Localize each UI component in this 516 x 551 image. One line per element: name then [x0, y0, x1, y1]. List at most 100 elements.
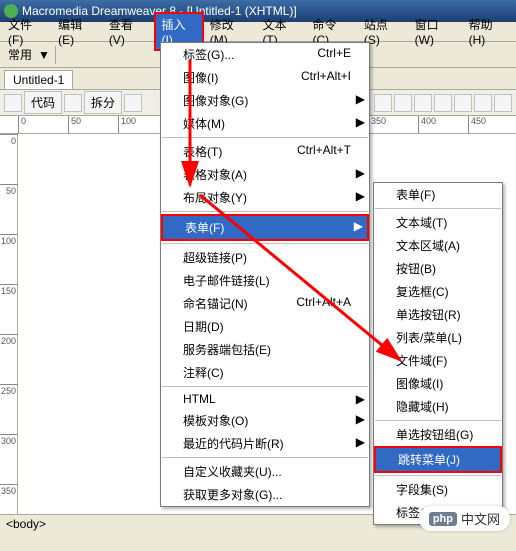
menu-separator	[162, 211, 368, 212]
menu-separator	[162, 457, 368, 458]
form-item-13[interactable]: 跳转菜单(J)	[374, 446, 502, 473]
form-item-9[interactable]: 图像域(I)	[374, 372, 502, 395]
insert-item-9[interactable]: 表单(F) ▶	[161, 214, 369, 241]
submenu-arrow-icon: ▶	[356, 412, 365, 426]
menu-8[interactable]: 窗口(W)	[409, 14, 463, 49]
insert-item-7[interactable]: 布局对象(Y) ▶	[161, 186, 369, 209]
menu-item-label: 电子邮件链接(L)	[183, 272, 270, 289]
form-item-6[interactable]: 单选按钮(R)	[374, 303, 502, 326]
vertical-ruler: 050100150200250300350	[0, 134, 18, 514]
ruler-tick: 400	[418, 116, 436, 134]
form-item-0[interactable]: 表单(F)	[374, 183, 502, 206]
toolbar-label[interactable]: 常用	[4, 44, 36, 65]
tool-icon[interactable]	[394, 94, 412, 112]
tool-icon[interactable]	[414, 94, 432, 112]
submenu-arrow-icon: ▶	[356, 435, 365, 449]
menu-separator	[375, 475, 501, 476]
menu-item-label: 超级链接(P)	[183, 249, 247, 266]
dropdown-arrow-icon[interactable]: ▼	[38, 48, 50, 62]
menu-item-label: 跳转菜单(J)	[398, 451, 460, 468]
insert-menu-dropdown: 标签(G)...Ctrl+E图像(I)Ctrl+Alt+I图像对象(G)▶媒体(…	[160, 42, 370, 507]
menu-item-label: 服务器端包括(E)	[183, 341, 271, 358]
vruler-tick: 50	[0, 184, 18, 196]
split-icon[interactable]	[64, 94, 82, 112]
vruler-tick: 350	[0, 484, 18, 496]
menu-item-label: 复选框(C)	[396, 283, 449, 300]
menu-item-label: 媒体(M)	[183, 115, 225, 132]
insert-item-12[interactable]: 电子邮件链接(L)	[161, 269, 369, 292]
code-view-button[interactable]: 代码	[24, 91, 62, 114]
insert-item-11[interactable]: 超级链接(P)	[161, 246, 369, 269]
form-item-12[interactable]: 单选按钮组(G)	[374, 423, 502, 446]
design-icon[interactable]	[124, 94, 142, 112]
tool-icon[interactable]	[434, 94, 452, 112]
insert-item-3[interactable]: 媒体(M)▶	[161, 112, 369, 135]
menu-item-label: 获取更多对象(G)...	[183, 486, 282, 503]
tool-icon[interactable]	[454, 94, 472, 112]
menu-separator	[375, 420, 501, 421]
insert-item-6[interactable]: 表格对象(A)▶	[161, 163, 369, 186]
insert-item-16[interactable]: 注释(C)	[161, 361, 369, 384]
insert-item-2[interactable]: 图像对象(G)▶	[161, 89, 369, 112]
insert-item-13[interactable]: 命名锚记(N)Ctrl+Alt+A	[161, 292, 369, 315]
tool-icon[interactable]	[494, 94, 512, 112]
submenu-arrow-icon: ▶	[356, 189, 365, 203]
form-item-5[interactable]: 复选框(C)	[374, 280, 502, 303]
ruler-tick: 350	[368, 116, 386, 134]
tag-selector[interactable]: <body>	[6, 517, 46, 531]
menu-item-shortcut: Ctrl+E	[317, 46, 351, 63]
vruler-tick: 300	[0, 434, 18, 446]
form-item-8[interactable]: 文件域(F)	[374, 349, 502, 372]
menu-item-label: 文件域(F)	[396, 352, 447, 369]
insert-item-0[interactable]: 标签(G)...Ctrl+E	[161, 43, 369, 66]
menu-9[interactable]: 帮助(H)	[463, 14, 514, 49]
form-item-10[interactable]: 隐藏域(H)	[374, 395, 502, 418]
form-item-7[interactable]: 列表/菜单(L)	[374, 326, 502, 349]
submenu-arrow-icon: ▶	[354, 219, 363, 233]
tab-untitled[interactable]: Untitled-1	[4, 70, 73, 89]
insert-item-15[interactable]: 服务器端包括(E)	[161, 338, 369, 361]
menu-item-label: 单选按钮(R)	[396, 306, 461, 323]
menu-item-shortcut: Ctrl+Alt+I	[301, 69, 351, 86]
tool-icon[interactable]	[474, 94, 492, 112]
menu-item-label: 隐藏域(H)	[396, 398, 449, 415]
insert-item-5[interactable]: 表格(T)Ctrl+Alt+T	[161, 140, 369, 163]
form-item-4[interactable]: 按钮(B)	[374, 257, 502, 280]
menu-item-label: 布局对象(Y)	[183, 189, 247, 206]
tool-icon[interactable]	[374, 94, 392, 112]
insert-item-23[interactable]: 获取更多对象(G)...	[161, 483, 369, 506]
menu-item-shortcut: Ctrl+Alt+A	[296, 295, 351, 312]
code-icon[interactable]	[4, 94, 22, 112]
ruler-tick: 450	[468, 116, 486, 134]
form-item-15[interactable]: 字段集(S)	[374, 478, 502, 501]
insert-item-19[interactable]: 模板对象(O)▶	[161, 409, 369, 432]
insert-item-1[interactable]: 图像(I) Ctrl+Alt+I	[161, 66, 369, 89]
menu-item-shortcut: Ctrl+Alt+T	[297, 143, 351, 160]
vruler-tick: 0	[0, 134, 18, 146]
watermark: php 中文网	[419, 506, 510, 531]
menu-item-label: HTML	[183, 392, 216, 406]
ruler-tick: 100	[118, 116, 136, 134]
separator	[55, 46, 56, 64]
menu-separator	[162, 243, 368, 244]
menu-item-label: 日期(D)	[183, 318, 224, 335]
menu-item-label: 列表/菜单(L)	[396, 329, 462, 346]
form-item-3[interactable]: 文本区域(A)	[374, 234, 502, 257]
watermark-php: php	[429, 512, 457, 526]
menu-2[interactable]: 查看(V)	[103, 14, 154, 49]
menu-item-label: 按钮(B)	[396, 260, 436, 277]
form-item-2[interactable]: 文本域(T)	[374, 211, 502, 234]
insert-item-14[interactable]: 日期(D)	[161, 315, 369, 338]
menu-item-label: 图像域(I)	[396, 375, 443, 392]
insert-item-22[interactable]: 自定义收藏夹(U)...	[161, 460, 369, 483]
split-view-button[interactable]: 拆分	[84, 91, 122, 114]
menu-1[interactable]: 编辑(E)	[52, 14, 103, 49]
menu-item-label: 表单(F)	[185, 219, 224, 236]
insert-item-20[interactable]: 最近的代码片断(R)▶	[161, 432, 369, 455]
insert-item-18[interactable]: HTML▶	[161, 389, 369, 409]
menu-item-label: 图像(I)	[183, 69, 218, 86]
menu-item-label: 字段集(S)	[396, 481, 448, 498]
menubar: 文件(F)编辑(E)查看(V)插入(I)修改(M)文本(T)命令(C)站点(S)…	[0, 22, 516, 42]
vruler-tick: 250	[0, 384, 18, 396]
menu-item-label: 表单(F)	[396, 186, 435, 203]
